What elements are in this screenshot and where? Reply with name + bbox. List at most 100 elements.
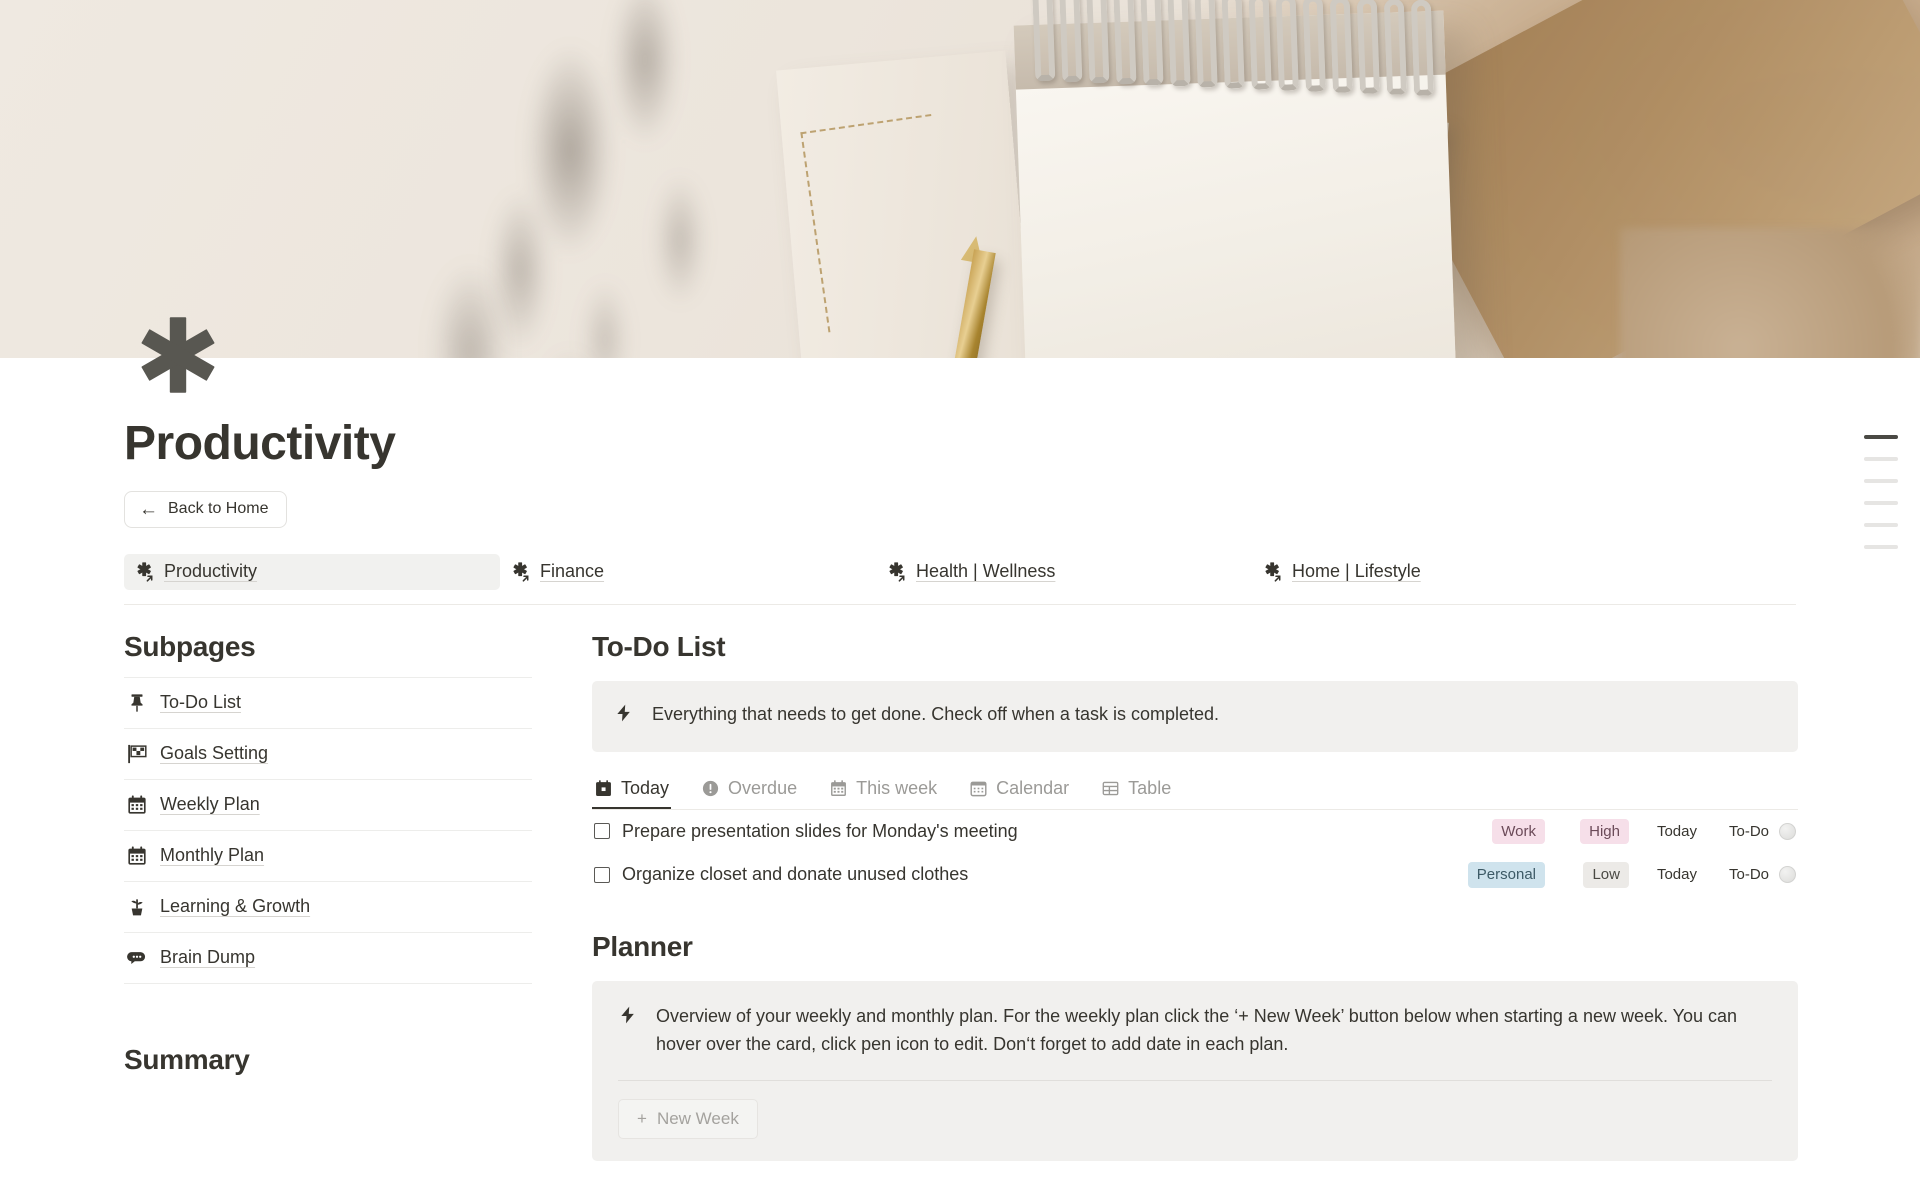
nav-item-finance[interactable]: Finance: [500, 554, 876, 590]
spiral-ring: [1167, 0, 1191, 87]
task-category-tag[interactable]: Personal: [1467, 862, 1545, 888]
pushpin-icon: [126, 692, 148, 714]
tab-label: Calendar: [996, 777, 1070, 798]
day-calendar-icon: [594, 779, 613, 798]
toc-mark[interactable]: [1864, 545, 1898, 549]
arrow-left-icon: ←: [139, 498, 158, 520]
table-icon: [1101, 779, 1120, 798]
spiral-ring: [1356, 0, 1381, 94]
toc-mark[interactable]: [1864, 523, 1898, 527]
task-date[interactable]: Today: [1657, 823, 1697, 840]
spiral-ring: [1194, 0, 1218, 88]
subpage-item-learning-growth[interactable]: Learning & Growth: [124, 880, 532, 932]
subpage-item-brain-dump[interactable]: Brain Dump: [124, 931, 532, 984]
planner-heading: Planner: [592, 930, 693, 962]
task-status-indicator[interactable]: [1779, 866, 1796, 884]
asterisk-link-icon: [886, 561, 908, 583]
tab-calendar[interactable]: Calendar: [967, 774, 1071, 809]
subpages-column: Subpages To-Do List Goals Setting Weekly P…: [124, 631, 532, 1162]
spiral-ring: [1059, 0, 1083, 83]
tab-this-week[interactable]: This week: [827, 774, 939, 809]
subpage-item-monthly-plan[interactable]: Monthly Plan: [124, 829, 532, 881]
back-to-home-label: Back to Home: [168, 500, 269, 518]
toc-mark[interactable]: [1864, 435, 1898, 439]
calendar-icon: [126, 794, 148, 816]
calendar-icon: [829, 779, 848, 798]
page-body: Subpages To-Do List Goals Setting Weekly P…: [124, 631, 1920, 1162]
back-to-home-button[interactable]: ← Back to Home: [124, 490, 288, 528]
task-checkbox[interactable]: [594, 823, 610, 840]
spiral-ring: [1113, 0, 1137, 85]
page-content: Productivity ← Back to Home Productivity…: [0, 417, 1920, 1162]
table-of-contents[interactable]: [1864, 435, 1898, 549]
subpage-item-weekly-plan[interactable]: Weekly Plan: [124, 778, 532, 830]
task-priority-tag[interactable]: High: [1580, 818, 1629, 845]
spiral-ring: [1302, 0, 1326, 92]
summary-heading: Summary: [124, 1043, 250, 1075]
subpage-item-label: Monthly Plan: [160, 845, 265, 866]
spiral-ring: [1383, 0, 1408, 96]
toc-mark[interactable]: [1864, 457, 1898, 461]
tab-label: Table: [1128, 777, 1172, 798]
subpage-item-goals-setting[interactable]: Goals Setting: [124, 727, 532, 779]
page-cover-image: [0, 0, 1920, 358]
lightning-bolt-icon: [618, 1005, 638, 1034]
toc-mark[interactable]: [1864, 501, 1898, 505]
asterisk-icon: [137, 314, 219, 396]
asterisk-link-icon: [1262, 561, 1284, 583]
task-category-tag[interactable]: Work: [1492, 818, 1545, 845]
tab-label: Today: [621, 777, 670, 798]
asterisk-link-icon: [510, 561, 532, 583]
section-navigation: Productivity Finance Health | Wellness Home…: [124, 553, 1796, 605]
todo-view-tabs: Today Overdue This week Calendar Table: [592, 774, 1798, 810]
task-row[interactable]: Prepare presentation slides for Monday's…: [592, 810, 1798, 854]
subpages-list: To-Do List Goals Setting Weekly Plan Monthl…: [124, 676, 532, 984]
spiral-ring: [1032, 0, 1056, 82]
nav-item-health-wellness[interactable]: Health | Wellness: [876, 554, 1252, 590]
spiral-ring: [1275, 0, 1299, 91]
tab-label: This week: [856, 777, 938, 798]
spiral-binding: [1032, 0, 1456, 105]
task-date[interactable]: Today: [1657, 866, 1697, 883]
planner-callout: Overview of your weekly and monthly plan…: [592, 980, 1798, 1162]
toc-mark[interactable]: [1864, 479, 1898, 483]
nav-item-label: Finance: [540, 561, 605, 582]
subpage-item-label: To-Do List: [160, 692, 242, 713]
planner-callout-text: Overview of your weekly and monthly plan…: [656, 1005, 1738, 1054]
nav-item-home-lifestyle[interactable]: Home | Lifestyle: [1252, 554, 1628, 590]
tab-overdue[interactable]: Overdue: [699, 774, 799, 809]
spiral-ring: [1329, 0, 1353, 93]
spiral-ring: [1221, 0, 1245, 89]
task-row[interactable]: Organize closet and donate unused clothe…: [592, 853, 1798, 897]
task-status[interactable]: To-Do: [1729, 823, 1769, 840]
task-meta: Work High Today To-Do: [1453, 818, 1796, 845]
todo-callout-text: Everything that needs to get done. Check…: [652, 703, 1220, 724]
task-meta: Personal Low Today To-Do: [1453, 862, 1796, 888]
lightning-bolt-icon: [614, 703, 634, 732]
main-column: To-Do List Everything that needs to get …: [592, 631, 1798, 1162]
page-title: Productivity: [124, 417, 396, 470]
task-priority-tag[interactable]: Low: [1583, 862, 1629, 888]
planner-divider: [618, 1080, 1772, 1082]
new-week-button[interactable]: + New Week: [618, 1099, 758, 1140]
task-status-indicator[interactable]: [1779, 822, 1796, 840]
calendar-icon: [126, 845, 148, 867]
todo-task-list: Prepare presentation slides for Monday's…: [592, 810, 1798, 897]
subpage-item-label: Goals Setting: [160, 743, 269, 764]
task-status[interactable]: To-Do: [1729, 866, 1769, 883]
spiral-ring: [1248, 0, 1272, 90]
tab-today[interactable]: Today: [592, 774, 671, 809]
brown-blur-object: [1620, 228, 1920, 358]
todo-callout: Everything that needs to get done. Check…: [592, 680, 1798, 752]
new-week-label: New Week: [656, 1109, 739, 1129]
checkered-flag-icon: [126, 743, 148, 765]
spiral-ring: [1086, 0, 1110, 84]
subpage-item-to-do-list[interactable]: To-Do List: [124, 676, 532, 728]
nav-item-label: Productivity: [164, 561, 258, 582]
task-checkbox[interactable]: [594, 866, 610, 883]
nav-item-productivity[interactable]: Productivity: [124, 553, 500, 590]
envelope-card: [776, 50, 1034, 358]
plant-shadow-secondary: [330, 230, 750, 358]
tab-table[interactable]: Table: [1099, 774, 1173, 809]
subpage-item-label: Brain Dump: [160, 947, 256, 968]
